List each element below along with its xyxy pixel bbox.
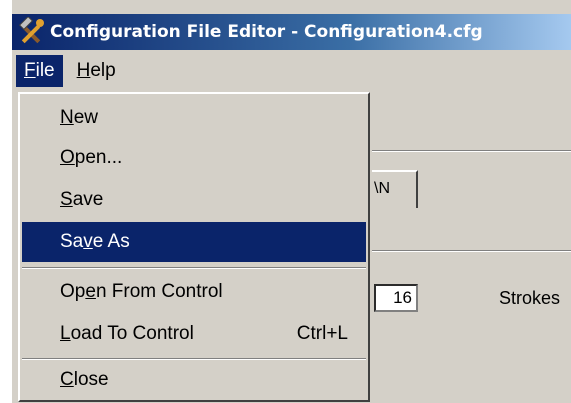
tab-partial[interactable]: \N <box>372 170 418 208</box>
menu-item-mnemonic: C <box>60 369 74 390</box>
menu-item-save-as[interactable]: Save As <box>22 222 366 262</box>
window-title: Configuration File Editor - Configuratio… <box>50 22 483 42</box>
strokes-number-field[interactable]: 16 <box>374 284 418 312</box>
menu-item-label: ew <box>73 107 99 128</box>
menu-item-label: lose <box>73 369 109 390</box>
menu-help-label: elp <box>90 60 116 81</box>
menu-item-label: n From Control <box>95 281 223 302</box>
file-dropdown-menu: New Open... Save Save As Open From Contr… <box>18 92 370 402</box>
menu-item-open-from-control[interactable]: Open From Control <box>22 272 366 312</box>
divider <box>372 151 571 152</box>
menu-item-shortcut: Ctrl+L <box>296 323 348 344</box>
menu-item-label: ave <box>72 189 104 210</box>
title-bar[interactable]: Configuration File Editor - Configuratio… <box>12 14 571 50</box>
menu-item-label: pen... <box>74 147 123 168</box>
menu-help-mnemonic: H <box>76 60 91 81</box>
menu-item-label: e As <box>92 231 130 252</box>
menu-separator <box>22 267 366 269</box>
menu-item-load-to-control[interactable]: Load To Control Ctrl+L <box>22 314 366 354</box>
menu-item-label-pre: Sa <box>60 231 84 252</box>
menu-item-close[interactable]: Close <box>22 360 366 400</box>
menu-file-label: ile <box>35 60 55 81</box>
menu-item-save[interactable]: Save <box>22 180 366 220</box>
menu-item-label: oad To Control <box>70 323 194 344</box>
menu-item-mnemonic: N <box>60 107 74 128</box>
menu-item-mnemonic: L <box>60 323 71 344</box>
menu-item-mnemonic: O <box>60 147 75 168</box>
menu-item-new[interactable]: New <box>22 98 366 138</box>
menu-file[interactable]: File <box>16 55 63 87</box>
strokes-label: Strokes <box>499 288 561 308</box>
tools-icon <box>18 17 44 44</box>
menu-item-label-pre: Op <box>60 281 86 302</box>
tab-partial-label: \N <box>374 180 390 197</box>
menu-item-mnemonic: v <box>83 231 93 252</box>
menu-bar: File Help <box>12 50 571 92</box>
divider <box>372 251 571 252</box>
menu-file-mnemonic: F <box>24 60 36 81</box>
menu-item-open[interactable]: Open... <box>22 138 366 178</box>
menu-item-mnemonic: S <box>60 189 73 210</box>
menu-help[interactable]: Help <box>69 55 124 87</box>
menu-item-mnemonic: e <box>85 281 96 302</box>
